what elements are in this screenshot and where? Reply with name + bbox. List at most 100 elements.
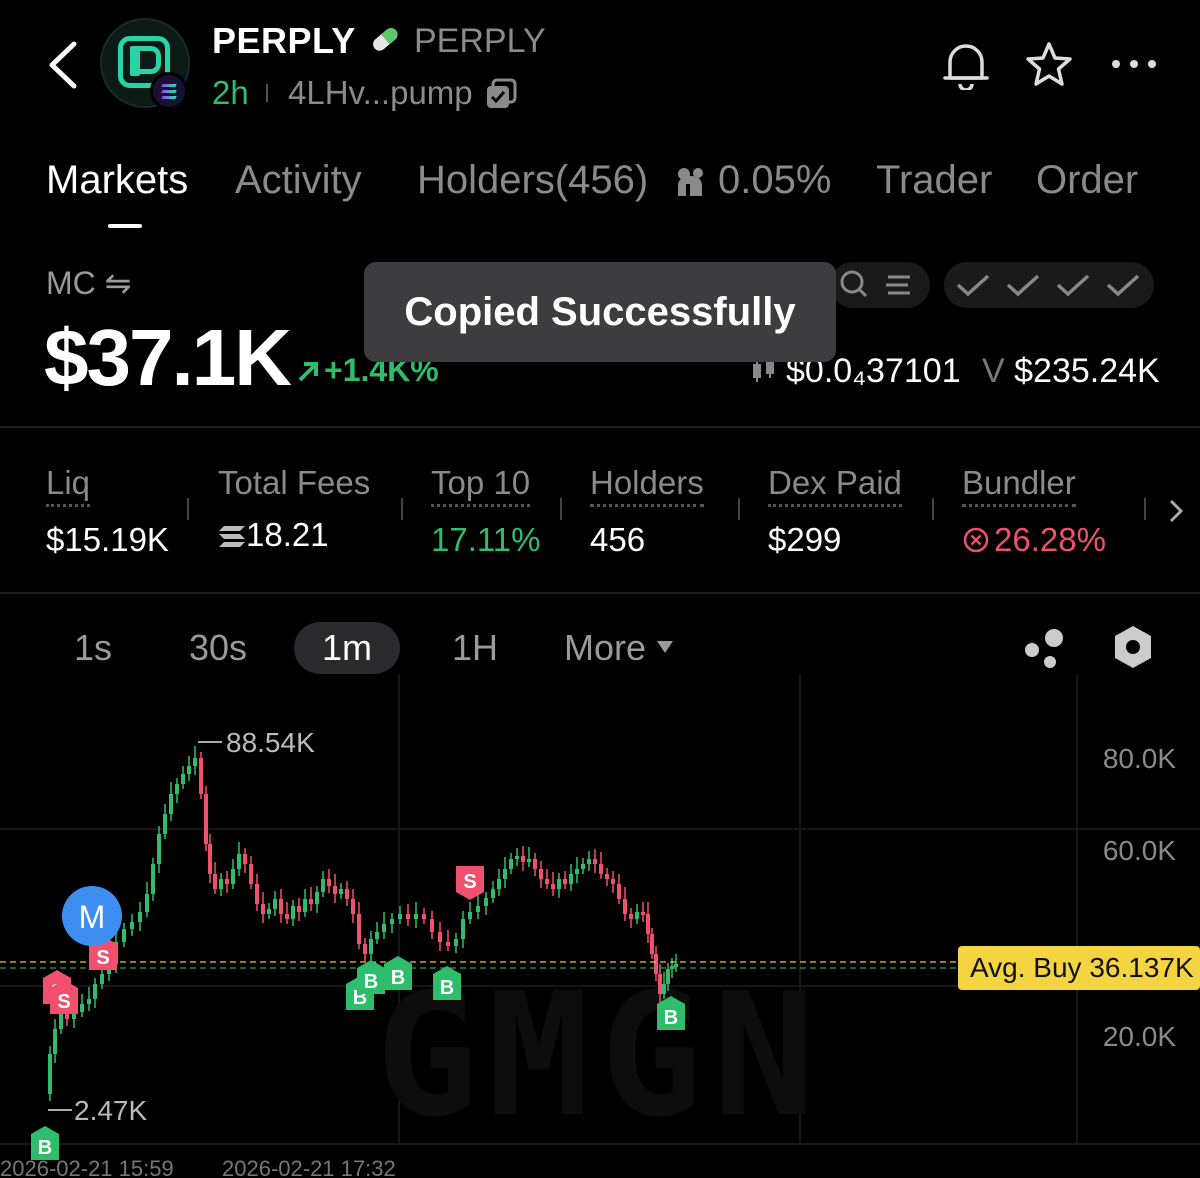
- candle: [87, 999, 91, 1004]
- sell-marker[interactable]: S: [456, 866, 484, 900]
- tab-markets[interactable]: Markets: [46, 158, 188, 203]
- stat-label: Total Fees: [218, 464, 371, 501]
- candle: [605, 874, 609, 879]
- candle: [662, 984, 666, 994]
- active-tab-indicator: [108, 224, 142, 228]
- more-options-icon[interactable]: [1110, 56, 1158, 72]
- marker-label: B: [391, 967, 405, 989]
- stat-holders[interactable]: Holders 456: [590, 464, 704, 559]
- candle: [151, 864, 155, 894]
- candle: [279, 899, 283, 914]
- price-chart[interactable]: GMGN 80.0K 60.0K 20.0K 88.54K 2.47K Avg. Buy …: [0, 674, 1200, 1178]
- candle: [611, 879, 615, 884]
- tab-bar: Markets Activity Holders(456) 0.05% Trad…: [0, 150, 1200, 230]
- candle: [187, 766, 191, 774]
- stat-label: Liq: [46, 464, 91, 507]
- candle: [48, 1054, 52, 1094]
- candle: [145, 894, 149, 912]
- candle: [382, 924, 386, 932]
- candle: [545, 879, 549, 884]
- contract-address[interactable]: 4LHv...pump: [288, 74, 473, 112]
- indicators-icon[interactable]: [1022, 626, 1066, 670]
- timeframe-1m[interactable]: 1m: [294, 622, 400, 674]
- marker-label: B: [364, 971, 378, 993]
- candle: [122, 929, 126, 942]
- marker-label: S: [463, 871, 476, 893]
- divider: [560, 498, 562, 520]
- timeframe-1h[interactable]: 1H: [440, 622, 510, 674]
- candle: [273, 899, 277, 909]
- marker-label: S: [96, 947, 109, 969]
- star-icon[interactable]: [1024, 40, 1074, 90]
- candle: [654, 954, 658, 974]
- timeframe-1s[interactable]: 1s: [60, 622, 126, 674]
- timeframe-30s[interactable]: 30s: [172, 622, 264, 674]
- candle: [629, 914, 633, 919]
- stat-total-fees[interactable]: Total Fees 18.21: [218, 464, 370, 554]
- stat-value: 26.28%: [962, 521, 1106, 559]
- candle: [267, 909, 271, 914]
- stat-value: $299: [768, 521, 842, 558]
- candle: [406, 914, 410, 919]
- search-filter-pill[interactable]: [830, 262, 930, 308]
- candle: [369, 939, 373, 954]
- divider: [1144, 498, 1146, 520]
- back-arrow-icon[interactable]: [44, 40, 84, 90]
- candlestick-chart[interactable]: GMGN 80.0K60.0K20.0K88.54K2.47KAvg. Buy …: [0, 674, 1200, 1178]
- warning-x-icon: [963, 527, 989, 553]
- candle: [59, 1014, 63, 1029]
- tab-holders[interactable]: Holders(456): [417, 158, 648, 203]
- candle: [309, 899, 313, 904]
- candle: [491, 889, 495, 898]
- migration-marker[interactable]: M: [62, 886, 122, 946]
- tab-trader[interactable]: Trader: [876, 158, 992, 203]
- stat-label: Bundler: [962, 464, 1076, 507]
- market-cap-label[interactable]: MC ⇋: [46, 264, 131, 302]
- candle: [521, 856, 525, 862]
- stat-dex-paid[interactable]: Dex Paid $299: [768, 464, 902, 559]
- market-cap-value: $37.1K: [44, 313, 292, 402]
- stat-bundler[interactable]: Bundler 26.28%: [962, 464, 1106, 559]
- candle: [375, 932, 379, 939]
- high-price-label: 88.54K: [226, 727, 315, 758]
- candle: [484, 898, 488, 906]
- candle: [199, 758, 203, 794]
- stat-label: Dex Paid: [768, 464, 902, 507]
- caret-down-icon[interactable]: [656, 640, 674, 654]
- candle: [249, 864, 253, 884]
- candle: [327, 879, 331, 886]
- candle: [551, 884, 555, 889]
- x-axis-tick-label: 2026-02-21 17:32: [222, 1156, 396, 1178]
- candle: [468, 912, 472, 919]
- bell-icon[interactable]: [940, 40, 992, 90]
- candle: [581, 864, 585, 869]
- settings-icon[interactable]: [1112, 624, 1154, 670]
- candle: [138, 912, 142, 922]
- y-axis-tick-label: 80.0K: [1103, 743, 1176, 774]
- tab-insider-percent[interactable]: 0.05%: [718, 158, 831, 203]
- candle: [169, 794, 173, 814]
- y-axis-tick-label: 20.0K: [1103, 1021, 1176, 1052]
- candle: [617, 884, 621, 899]
- candle: [291, 906, 295, 919]
- stat-label: Holders: [590, 464, 704, 507]
- section-divider: [0, 426, 1200, 428]
- tab-activity[interactable]: Activity: [235, 158, 362, 203]
- tab-order[interactable]: Order: [1036, 158, 1138, 203]
- candle: [231, 869, 235, 884]
- timeframe-more[interactable]: More: [564, 622, 646, 674]
- candle: [130, 922, 134, 929]
- chevron-right-icon[interactable]: [1166, 496, 1186, 526]
- divider: [187, 498, 189, 520]
- copy-icon[interactable]: [484, 78, 518, 110]
- stat-top10[interactable]: Top 10 17.11%: [431, 464, 540, 559]
- avg-buy-label: Avg. Buy 36.137K: [970, 952, 1194, 983]
- audit-checks-pill[interactable]: [944, 262, 1154, 308]
- stat-value: 456: [590, 521, 646, 558]
- volume: V $235.24K: [982, 352, 1160, 391]
- candle: [650, 934, 654, 954]
- section-divider: [0, 592, 1200, 594]
- buy-marker[interactable]: B: [31, 1126, 59, 1160]
- stat-liquidity[interactable]: Liq $15.19K: [46, 464, 169, 559]
- low-price-label: 2.47K: [74, 1095, 147, 1126]
